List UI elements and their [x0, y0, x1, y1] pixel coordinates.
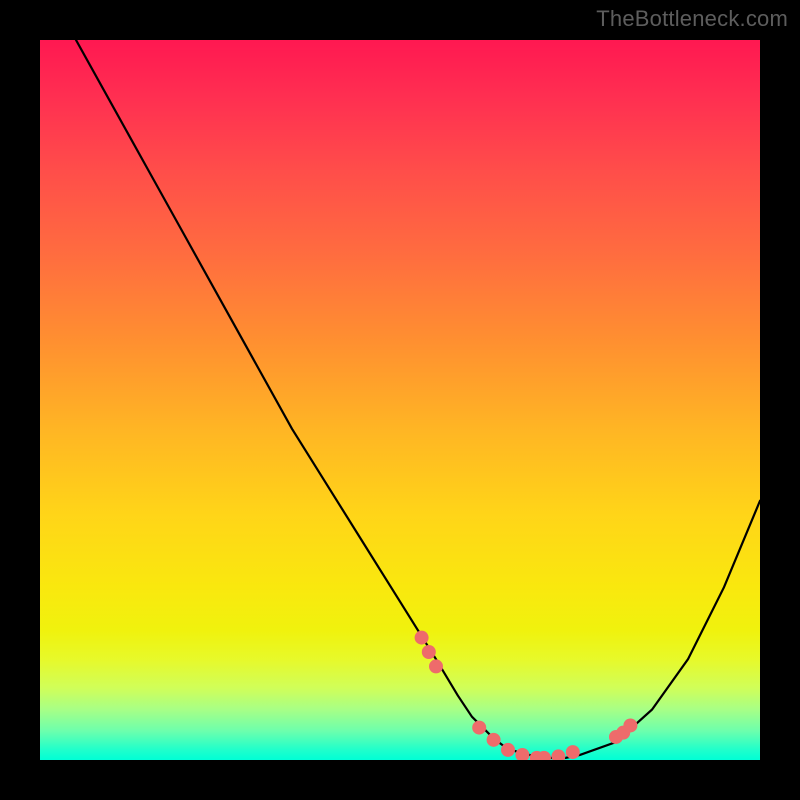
data-marker [566, 745, 580, 759]
data-marker [501, 743, 515, 757]
plot-area [40, 40, 760, 760]
data-marker [551, 749, 565, 760]
bottleneck-curve [76, 40, 760, 758]
data-marker [472, 721, 486, 735]
data-marker [487, 733, 501, 747]
data-marker [623, 718, 637, 732]
data-marker [415, 631, 429, 645]
data-marker [515, 748, 529, 760]
data-markers [415, 631, 638, 760]
data-marker [422, 645, 436, 659]
curve-layer [40, 40, 760, 760]
watermark-text: TheBottleneck.com [596, 6, 788, 32]
data-marker [429, 659, 443, 673]
chart-container: TheBottleneck.com [0, 0, 800, 800]
